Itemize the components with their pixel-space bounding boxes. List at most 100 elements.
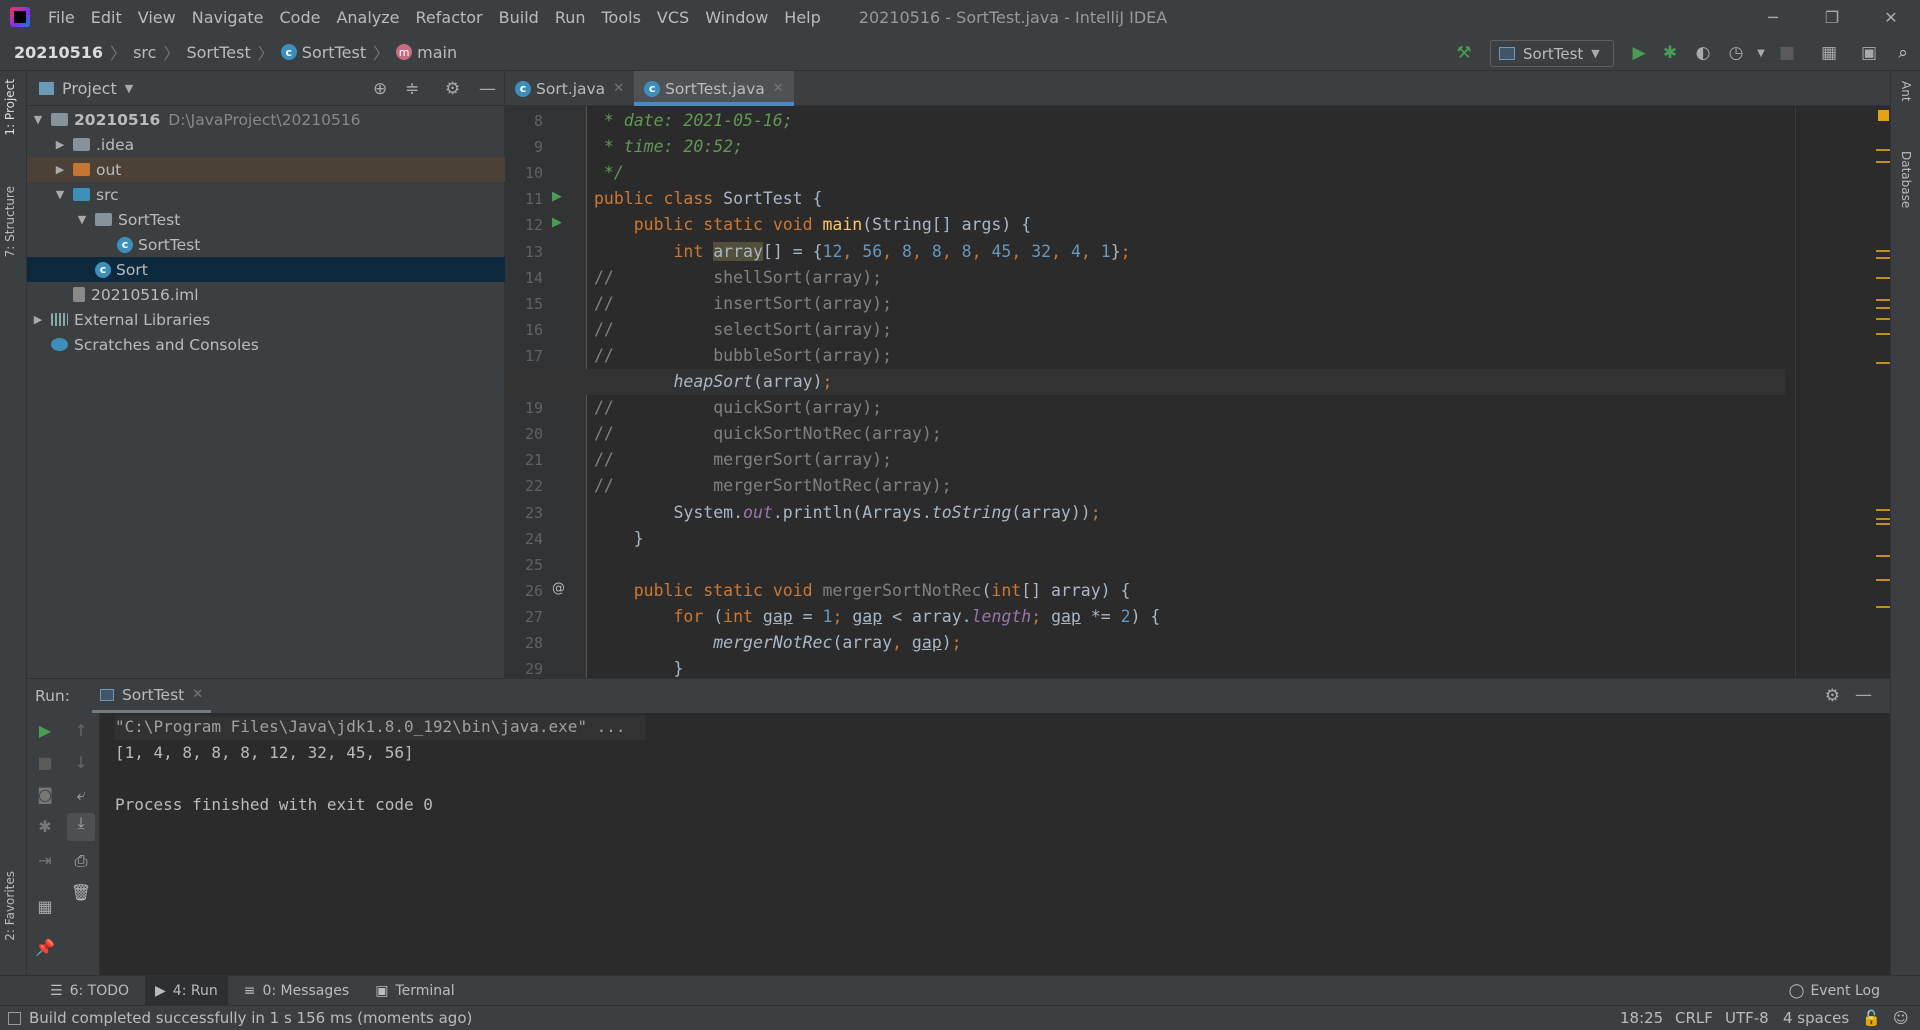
file-encoding[interactable]: UTF-8 bbox=[1725, 1009, 1769, 1027]
tool-tab-project[interactable]: 1: Project bbox=[3, 79, 17, 136]
error-stripe-mark[interactable] bbox=[1876, 554, 1890, 557]
close-icon[interactable]: ✕ bbox=[192, 687, 203, 702]
tool-tab-favorites[interactable]: 2: Favorites bbox=[3, 871, 17, 941]
camera-icon[interactable]: ◙ bbox=[27, 785, 63, 804]
code-line[interactable]: for (int gap = 1; gap < array.length; ga… bbox=[505, 604, 1785, 630]
collapse-all-icon[interactable]: ≑ bbox=[405, 79, 419, 99]
tree-item[interactable]: c Sort bbox=[27, 257, 505, 282]
breadcrumb-class[interactable]: c SortTest bbox=[280, 43, 366, 62]
menu-tools[interactable]: Tools bbox=[594, 8, 649, 27]
menu-analyze[interactable]: Analyze bbox=[328, 8, 407, 27]
code-line[interactable]: // insertSort(array); bbox=[505, 291, 1785, 317]
hide-icon[interactable]: — bbox=[479, 79, 496, 99]
run-tab-sorttest[interactable]: SortTest ✕ bbox=[91, 679, 212, 713]
menu-navigate[interactable]: Navigate bbox=[184, 8, 272, 27]
toggle-tool-windows-icon[interactable] bbox=[8, 1011, 21, 1025]
exit-icon[interactable]: ⇥ bbox=[27, 851, 63, 870]
layout-icon[interactable]: ▦ bbox=[27, 897, 63, 916]
error-stripe-mark[interactable] bbox=[1876, 160, 1890, 163]
code-line[interactable]: int array[] = {12, 56, 8, 8, 8, 45, 32, … bbox=[505, 239, 1785, 265]
stop-icon[interactable]: ■ bbox=[1776, 42, 1798, 64]
debug-icon[interactable]: ✱ bbox=[1659, 42, 1681, 64]
gear-icon[interactable]: ⚙ bbox=[445, 79, 460, 99]
chevron-down-icon[interactable]: ▼ bbox=[125, 82, 133, 95]
warning-indicator-icon[interactable] bbox=[1878, 110, 1889, 121]
menu-code[interactable]: Code bbox=[272, 8, 329, 27]
error-stripe-mark[interactable] bbox=[1876, 579, 1890, 582]
code-line[interactable]: heapSort(array); bbox=[505, 369, 1785, 395]
error-stripe-mark[interactable] bbox=[1876, 523, 1890, 526]
code-line[interactable] bbox=[505, 552, 1785, 578]
menu-refactor[interactable]: Refactor bbox=[408, 8, 491, 27]
arrow-up-icon[interactable]: ↑ bbox=[63, 721, 99, 740]
coverage-icon[interactable]: ◐ bbox=[1692, 42, 1714, 64]
tree-item[interactable]: ▶ out bbox=[27, 157, 505, 182]
code-line[interactable]: // mergerSortNotRec(array); bbox=[505, 473, 1785, 499]
error-stripe-mark[interactable] bbox=[1876, 307, 1890, 310]
close-icon[interactable]: ✕ bbox=[613, 81, 624, 96]
unlock-icon[interactable]: 🔓 bbox=[1862, 1009, 1881, 1027]
rerun-icon[interactable]: ▶ bbox=[27, 721, 63, 740]
error-stripe-mark[interactable] bbox=[1876, 332, 1890, 335]
code-line[interactable]: * date: 2021-05-16; bbox=[505, 108, 1785, 134]
bottom-tab-run[interactable]: ▶ 4: Run bbox=[145, 975, 228, 1006]
error-stripe-mark[interactable] bbox=[1876, 249, 1890, 252]
code-line[interactable]: // shellSort(array); bbox=[505, 265, 1785, 291]
arrow-down-icon[interactable]: ↓ bbox=[63, 753, 99, 772]
bottom-tab-terminal[interactable]: ▣ Terminal bbox=[365, 976, 464, 1006]
collapsed-arrow-icon[interactable]: ▶ bbox=[53, 163, 67, 176]
code-line[interactable]: System.out.println(Arrays.toString(array… bbox=[505, 500, 1785, 526]
presentation-icon[interactable]: ▣ bbox=[1858, 42, 1880, 64]
run-config-select[interactable]: SortTest ▼ bbox=[1490, 40, 1614, 67]
code-line[interactable]: public static void main(String[] args) { bbox=[505, 212, 1785, 238]
tool-tab-database[interactable]: Database bbox=[1899, 151, 1913, 208]
expanded-arrow-icon[interactable]: ▼ bbox=[53, 188, 67, 201]
hide-icon[interactable]: — bbox=[1855, 685, 1872, 705]
print-icon[interactable]: ⎙ bbox=[63, 851, 99, 871]
menu-run[interactable]: Run bbox=[547, 8, 594, 27]
tab-sort-java[interactable]: c Sort.java ✕ bbox=[505, 71, 634, 106]
collapsed-arrow-icon[interactable]: ▶ bbox=[53, 138, 67, 151]
tool-tab-structure[interactable]: 7: Structure bbox=[3, 186, 17, 257]
pin-icon[interactable]: 📌 bbox=[27, 938, 63, 957]
bottom-tab-todo[interactable]: ☰ 6: TODO bbox=[40, 976, 139, 1006]
menu-vcs[interactable]: VCS bbox=[649, 8, 697, 27]
menu-build[interactable]: Build bbox=[491, 8, 547, 27]
code-line[interactable]: */ bbox=[505, 160, 1785, 186]
error-stripe-mark[interactable] bbox=[1876, 508, 1890, 511]
tree-item[interactable]: ▶ External Libraries bbox=[27, 307, 505, 332]
trash-icon[interactable]: 🗑 bbox=[63, 883, 99, 902]
breadcrumb-src[interactable]: src bbox=[133, 43, 156, 62]
error-stripe-mark[interactable] bbox=[1876, 276, 1890, 279]
indent-setting[interactable]: 4 spaces bbox=[1783, 1009, 1849, 1027]
error-stripe-mark[interactable] bbox=[1876, 362, 1890, 365]
collapsed-arrow-icon[interactable]: ▶ bbox=[31, 313, 45, 326]
menu-view[interactable]: View bbox=[130, 8, 184, 27]
tree-item[interactable]: ▼ 20210516 D:\JavaProject\20210516 bbox=[27, 107, 505, 132]
code-line[interactable]: public static void mergerSortNotRec(int[… bbox=[505, 578, 1785, 604]
menu-help[interactable]: Help bbox=[776, 8, 828, 27]
caret-position[interactable]: 18:25 bbox=[1620, 1009, 1663, 1027]
soft-wrap-icon[interactable]: ⤶ bbox=[63, 785, 99, 805]
breadcrumb-method[interactable]: m main bbox=[396, 43, 457, 62]
error-stripe-mark[interactable] bbox=[1876, 606, 1890, 609]
code-editor[interactable]: 891011▶12▶1314151617181920212223242526@2… bbox=[505, 106, 1890, 678]
close-window-button[interactable]: ✕ bbox=[1862, 0, 1920, 34]
expanded-arrow-icon[interactable]: ▼ bbox=[75, 213, 89, 226]
search-icon[interactable]: ⌕ bbox=[1892, 42, 1914, 64]
code-line[interactable]: } bbox=[505, 656, 1785, 678]
tree-item[interactable]: c SortTest bbox=[27, 232, 505, 257]
error-stripe-mark[interactable] bbox=[1876, 298, 1890, 301]
code-line[interactable]: public class SortTest { bbox=[505, 186, 1785, 212]
tree-item[interactable]: ▶ .idea bbox=[27, 132, 505, 157]
error-stripe-mark[interactable] bbox=[1876, 148, 1890, 151]
tree-item[interactable]: ▼ SortTest bbox=[27, 207, 505, 232]
close-icon[interactable]: ✕ bbox=[773, 81, 784, 96]
breadcrumb-package[interactable]: SortTest bbox=[186, 43, 250, 62]
gear-icon[interactable]: ⚙ bbox=[1825, 686, 1840, 706]
chevron-down-icon[interactable]: ▼ bbox=[1750, 42, 1772, 64]
menu-file[interactable]: File bbox=[40, 8, 83, 27]
error-stripe-mark[interactable] bbox=[1876, 518, 1890, 521]
tool-tab-ant[interactable]: Ant bbox=[1899, 81, 1913, 102]
line-separator[interactable]: CRLF bbox=[1675, 1009, 1713, 1027]
